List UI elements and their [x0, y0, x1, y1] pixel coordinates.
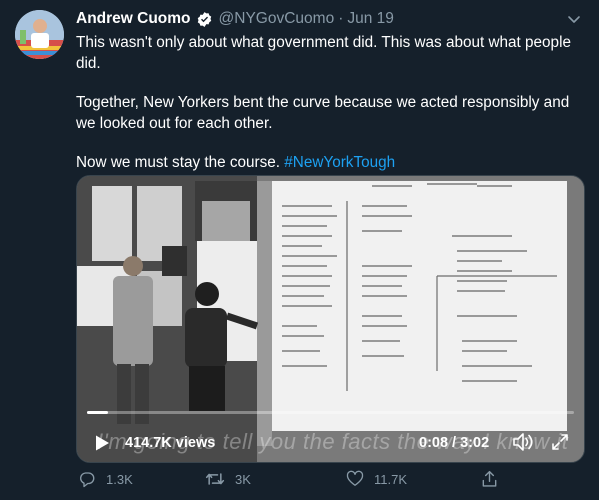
retweet-count: 3K: [235, 472, 251, 487]
retweet-button[interactable]: 3K: [205, 470, 251, 488]
like-button[interactable]: 11.7K: [346, 470, 407, 487]
video-progress-fill: [87, 411, 109, 414]
author-handle[interactable]: @NYGovCuomo: [219, 10, 335, 28]
avatar[interactable]: [15, 10, 64, 59]
reply-button[interactable]: 1.3K: [78, 470, 133, 488]
like-icon: [346, 470, 364, 486]
hashtag-link[interactable]: #NewYorkTough: [284, 154, 395, 171]
chevron-down-icon[interactable]: [567, 12, 581, 31]
tweet-paragraph: This wasn't only about what government d…: [76, 34, 571, 72]
video-time: 0:08 / 3:02: [419, 435, 490, 451]
author-name[interactable]: Andrew Cuomo: [76, 10, 191, 28]
retweet-icon: [205, 473, 225, 485]
video-controls: 414.7K views 0:08 / 3:02: [77, 422, 584, 462]
video-player[interactable]: I'm going to tell you the facts the way …: [76, 175, 585, 463]
verified-badge-icon: [196, 11, 213, 28]
header-separator: ·: [338, 10, 344, 27]
reply-count: 1.3K: [106, 472, 133, 487]
tweet-paragraph: Together, New Yorkers bent the curve bec…: [76, 94, 570, 132]
fullscreen-icon[interactable]: [550, 432, 570, 457]
tweet-actions: 1.3K 3K 11.7K: [76, 470, 586, 494]
play-icon[interactable]: [93, 434, 111, 457]
reply-icon: [80, 472, 95, 488]
view-count: 414.7K views: [125, 435, 216, 451]
tweet-header: Andrew Cuomo @NYGovCuomo · Jun 19: [76, 8, 394, 30]
tweet-paragraph: Now we must stay the course. #NewYorkTou…: [76, 152, 586, 173]
tweet-text: This wasn't only about what government d…: [76, 32, 586, 191]
share-icon: [482, 470, 497, 487]
tweet-last-line: Now we must stay the course.: [76, 154, 285, 171]
share-button[interactable]: [481, 470, 498, 488]
tweet-date[interactable]: Jun 19: [347, 10, 394, 28]
like-count: 11.7K: [374, 471, 408, 487]
video-frame: [77, 176, 584, 462]
volume-icon[interactable]: [511, 431, 535, 458]
video-progress-bar[interactable]: [87, 411, 574, 414]
